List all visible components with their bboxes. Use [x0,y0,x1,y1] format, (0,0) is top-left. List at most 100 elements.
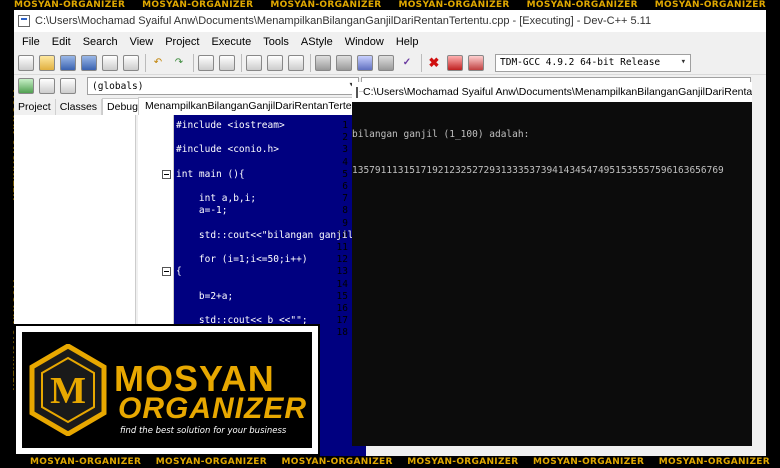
main-toolbar: ↶ ↷ ✓ ✖ TDM-GCC 4.9.2 64-bit Release ▾ [14,51,766,75]
watermark-text: MOSYAN-ORGANIZER [658,457,770,467]
code-line: int a,b,i; [176,193,257,205]
fold-toggle-icon[interactable] [162,169,171,179]
editor-file-tab[interactable]: MenampilkanBilanganGanjilDariRentanTerte… [138,97,362,115]
line-number: 9 [342,217,348,229]
fold-toggle-icon[interactable] [162,267,171,277]
menu-window[interactable]: Window [339,36,390,48]
console-window[interactable]: C:\Users\Mochamad Syaiful Anw\Documents\… [352,82,752,446]
code-line: for (i=1;i<=50;i++) [176,254,308,266]
profile-icon[interactable] [468,54,484,71]
line-number: 1 [342,120,348,131]
line-number: 17 [336,315,348,327]
goto-icon[interactable] [288,54,304,71]
brand-name-line2: ORGANIZER [118,392,307,425]
watermark-text: MOSYAN-ORGANIZER [14,0,126,10]
left-panel-tabs: Project Classes Debug [14,97,143,115]
line-number: 16 [336,303,348,314]
watermark-bottom: MOSYAN-ORGANIZER MOSYAN-ORGANIZER MOSYAN… [30,456,770,468]
code-line: int main (){ [176,168,245,180]
editor-file-tab-label: MenampilkanBilanganGanjilDariRentanTerte… [145,100,362,112]
watermark-text: MOSYAN-ORGANIZER [398,0,510,10]
line-number: 6 [342,181,348,192]
menu-search[interactable]: Search [77,36,124,48]
watermark-text: MOSYAN-ORGANIZER [281,457,393,467]
tab-debug[interactable]: Debug [102,98,143,115]
menu-file[interactable]: File [16,36,46,48]
line-number: 3 [342,144,348,156]
insert-icon[interactable] [267,54,283,71]
rebuild-icon[interactable] [378,54,394,71]
watermark-text: MOSYAN-ORGANIZER [526,0,638,10]
new-file-icon[interactable] [18,54,34,71]
compiler-select-value: TDM-GCC 4.9.2 64-bit Release [500,57,661,68]
add-to-project-icon[interactable] [18,78,34,94]
replace-icon[interactable] [219,54,235,71]
line-number: 2 [342,132,348,144]
project-options-icon[interactable] [60,78,76,94]
compile-icon[interactable] [315,54,331,71]
undo-icon[interactable]: ↶ [150,55,166,71]
print-icon[interactable] [123,54,139,71]
line-number: 7 [342,193,348,205]
save-all-icon[interactable] [81,54,97,71]
code-line: #include <conio.h> [176,144,279,156]
menu-project[interactable]: Project [159,36,205,48]
code-line: { [176,266,182,278]
run-icon[interactable] [336,54,352,71]
toolbar-divider [145,53,146,72]
line-number: 18 [336,327,348,339]
code-line: a=-1; [176,205,228,217]
menu-execute[interactable]: Execute [205,36,257,48]
emblem-letter: M [50,370,86,412]
line-number: 12 [336,254,348,266]
toolbar-divider [421,53,422,72]
open-file-icon[interactable] [39,54,55,71]
find-icon[interactable] [198,54,214,71]
globals-select-value: (globals) [92,80,144,92]
code-line: #include <iostream> [176,120,285,131]
brand-logo-panel: M MOSYAN ORGANIZER find the best solutio… [22,332,312,448]
remove-from-project-icon[interactable] [39,78,55,94]
globals-select[interactable]: (globals) ▾ [87,77,359,95]
watermark-text: MOSYAN-ORGANIZER [155,457,267,467]
new-project-icon[interactable] [246,54,262,71]
debug-icon[interactable] [447,54,463,71]
menu-edit[interactable]: Edit [46,36,77,48]
menu-bar: File Edit Search View Project Execute To… [14,32,766,51]
console-title: C:\Users\Mochamad Syaiful Anw\Documents\… [363,86,752,98]
watermark-text: MOSYAN-ORGANIZER [407,457,519,467]
watermark-text: MOSYAN-ORGANIZER [533,457,645,467]
compile-run-icon[interactable] [357,54,373,71]
close-file-icon[interactable] [102,54,118,71]
save-icon[interactable] [60,54,76,71]
toolbar-divider [241,53,242,72]
tab-classes[interactable]: Classes [56,99,103,115]
hexagon-emblem-icon: M [29,344,107,436]
line-number: 13 [336,266,348,278]
watermark-text: MOSYAN-ORGANIZER [142,0,254,10]
stop-icon[interactable]: ✖ [426,55,442,71]
console-output: bilangan ganjil (1_100) adalah: 13579111… [352,102,752,201]
compiler-select[interactable]: TDM-GCC 4.9.2 64-bit Release ▾ [495,53,691,72]
toolbar-divider [193,53,194,72]
check-icon[interactable]: ✓ [399,55,415,71]
console-line: 1357911131517192123252729313335373941434… [352,165,724,176]
menu-tools[interactable]: Tools [257,36,295,48]
chevron-down-icon: ▾ [680,56,686,67]
menu-view[interactable]: View [124,36,160,48]
code-line: std::cout<<"bilangan ganjil (1_ [176,229,366,241]
window-title: C:\Users\Mochamad Syaiful Anw\Documents\… [35,15,652,27]
line-number: 14 [336,278,348,290]
line-number: 4 [342,156,348,168]
menu-help[interactable]: Help [390,36,425,48]
menu-astyle[interactable]: AStyle [295,36,339,48]
redo-icon[interactable]: ↷ [171,55,187,71]
console-line: bilangan ganjil (1_100) adalah: [352,129,530,140]
watermark-text: MOSYAN-ORGANIZER [30,457,142,467]
line-number: 15 [336,290,348,302]
tab-project[interactable]: Project [14,99,56,115]
line-number: 8 [342,205,348,217]
window-titlebar: C:\Users\Mochamad Syaiful Anw\Documents\… [14,10,766,32]
console-titlebar: C:\Users\Mochamad Syaiful Anw\Documents\… [352,82,752,102]
code-line: b=2+a; [176,290,234,302]
